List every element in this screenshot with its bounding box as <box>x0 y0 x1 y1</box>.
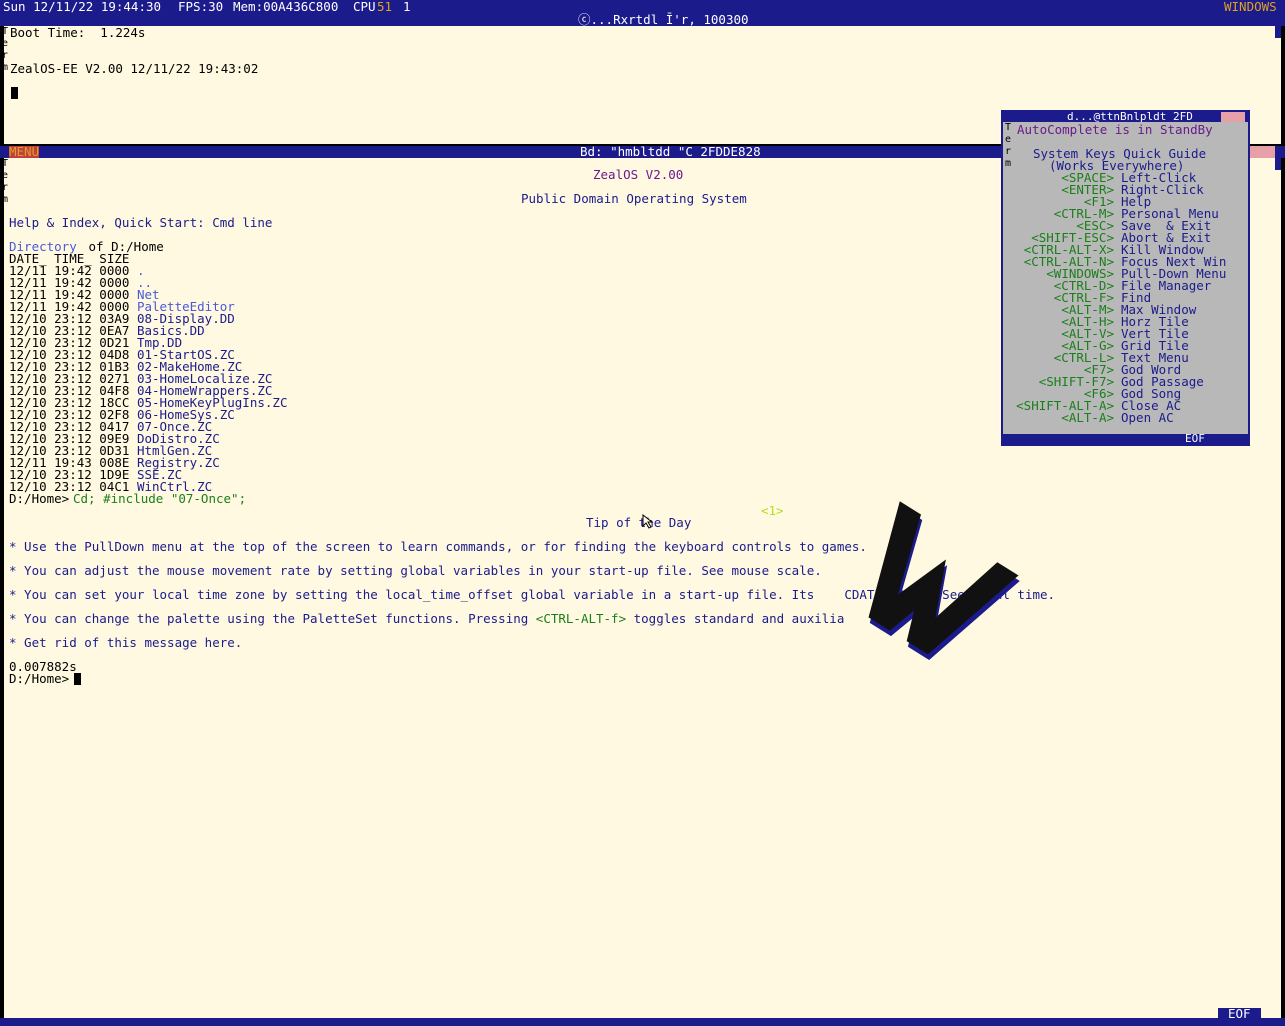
os-subtitle: Public Domain Operating System <box>521 191 747 206</box>
quick-guide-row: <ALT-A> Open AC <box>1003 410 1248 425</box>
term-top-side-label: Term <box>1 26 9 73</box>
help-index-link[interactable]: Help & Index, Quick Start: Cmd line <box>9 216 272 229</box>
term-top-titlebar[interactable]: ⓒ...Rxrtdl Ī'r, 100300 <box>0 12 1285 27</box>
scrollbar-top[interactable] <box>1275 26 1281 38</box>
menu-button[interactable]: MENU <box>9 145 40 158</box>
autocomplete-eof: EOF <box>1185 432 1205 445</box>
command-prompt: D:/Home> <box>9 491 70 506</box>
term-main-side-label: Term <box>1 158 9 205</box>
quick-guide-action: Open AC <box>1121 410 1174 425</box>
command-text: Cd; #include "07-Once"; <box>73 491 247 506</box>
autocomplete-status: AutoComplete is in StandBy <box>1017 122 1213 137</box>
memory-readout: Mem:00A436C800 <box>233 0 339 14</box>
autocomplete-close-icon[interactable] <box>1221 112 1245 122</box>
autocomplete-titlebar[interactable]: d...@ttnBnlpldt 2FD <box>1003 111 1248 123</box>
tip-line-4-key: <CTRL-ALT-f> <box>535 611 627 626</box>
quick-guide-key: <ALT-A> <box>1061 410 1114 425</box>
tip-line-1[interactable]: * Use the PullDown menu at the top of th… <box>9 540 867 553</box>
tip-counter: <1> <box>761 503 784 518</box>
term-main-bottom-bar <box>0 1018 1285 1026</box>
autocomplete-side-label: Term <box>1004 122 1012 169</box>
text-cursor <box>11 87 18 99</box>
close-icon[interactable] <box>1250 146 1275 158</box>
autocomplete-window[interactable]: d...@ttnBnlpldt 2FD Term AutoComplete is… <box>1001 110 1250 446</box>
tip-line-4[interactable]: * You can change the palette using the P… <box>9 611 845 626</box>
command-prompt-current: D:/Home> <box>9 671 70 686</box>
boot-time: Boot Time: 1.224s <box>10 25 146 40</box>
tip-line-4-rest: toggles standard and auxilia <box>626 611 845 626</box>
os-title: ZealOS V2.00 <box>593 167 684 182</box>
tip-of-day-title: Tip of the Day <box>586 515 692 530</box>
tip-line-5[interactable]: * Get rid of this message here. <box>9 636 242 649</box>
autocomplete-bottom-bar: EOF <box>1003 432 1248 445</box>
eof-marker: EOF <box>1218 1007 1261 1020</box>
term-main-title: Bd: "hmbltdd "C 2FDDE828 <box>580 144 761 159</box>
tip-line-3[interactable]: * You can set your local time zone by se… <box>9 588 1055 601</box>
os-version-line: ZealOS-EE V2.00 12/11/22 19:43:02 <box>10 61 259 76</box>
cpu-label: CPU <box>353 0 376 14</box>
tip-line-4-text: * You can change the palette using the P… <box>9 611 536 626</box>
clock: Sun 12/11/22 19:44:30 <box>3 0 162 14</box>
term-top-title: ⓒ...Rxrtdl Ī'r, 100300 <box>578 12 749 27</box>
cpu-value: 51 <box>377 0 393 14</box>
tip-line-2[interactable]: * You can adjust the mouse movement rate… <box>9 564 822 577</box>
windows-menu-button[interactable]: WINDOWS <box>1224 0 1277 13</box>
cpu-count: 1 <box>403 0 411 14</box>
scrollbar-main[interactable] <box>1275 158 1281 170</box>
text-cursor-main <box>74 673 81 685</box>
fps-readout: FPS:30 <box>178 0 224 14</box>
